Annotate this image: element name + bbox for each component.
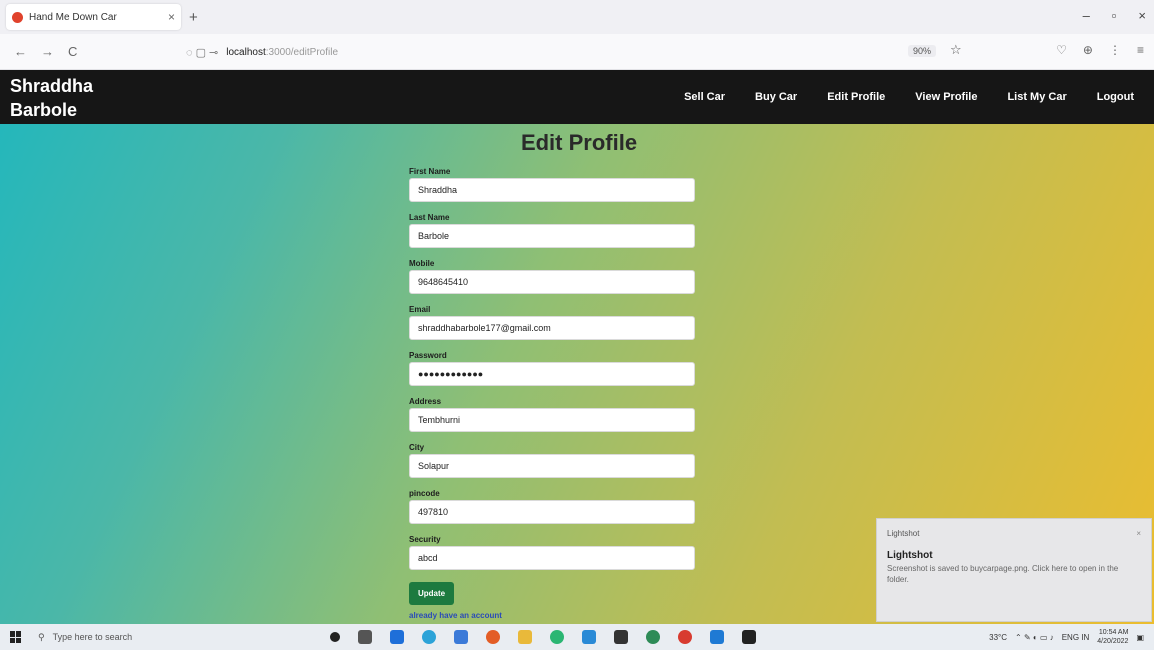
brand[interactable]: Shraddha Barbole [10,74,120,122]
app-icon[interactable] [390,630,404,644]
toast-message: Screenshot is saved to buycarpage.png. C… [887,564,1119,584]
minimize-icon[interactable]: – [1083,8,1090,23]
clock[interactable]: 10:54 AM 4/20/2022 [1097,628,1128,646]
language-indicator[interactable]: ENG IN [1062,633,1090,642]
store-icon[interactable] [582,630,596,644]
edge-icon[interactable] [422,630,436,644]
tab-title: Hand Me Down Car [29,11,117,23]
favicon-icon [12,11,23,23]
app-dark-icon[interactable] [742,630,756,644]
back-icon[interactable]: ← [14,44,27,59]
zoom-level[interactable]: 90% [908,45,937,57]
taskbar-apps [330,630,756,644]
label-pincode: pincode [409,489,440,498]
system-tray: 33°C ⌃ ✎ ◐ ▭ ♪ ENG IN 10:54 AM 4/20/2022… [989,628,1144,646]
terminal-icon[interactable] [614,630,628,644]
site-navbar: Shraddha Barbole Sell Car Buy Car Edit P… [0,70,1154,124]
extensions-icon[interactable]: ⋮ [1109,43,1121,57]
cortana-icon[interactable] [330,632,340,642]
label-city: City [409,443,425,452]
window-controls: – ▫ × [1083,8,1146,23]
toast-header: Lightshot × [887,529,1141,538]
toast-close-icon[interactable]: × [1136,529,1141,538]
file-explorer-icon[interactable] [454,630,468,644]
mobile-input[interactable]: 9648645410 [409,270,695,294]
nav-view-profile[interactable]: View Profile [915,91,977,103]
address-input[interactable]: Tembhurni [409,408,695,432]
browser-toolbar: ← → C ◌ ▢ ⊸ localhost :3000/editProfile … [0,34,1154,70]
address-bar[interactable]: ◌ ▢ ⊸ localhost :3000/editProfile [186,39,956,65]
whatsapp-icon[interactable] [550,630,564,644]
email-input[interactable]: shraddhabarbole177@gmail.com [409,316,695,340]
label-email: Email [409,305,431,314]
page-title-text: Edit Profile [520,130,638,155]
windows-taskbar: ⚲ Type here to search 33°C ⌃ ✎ ◐ ▭ ♪ ENG… [0,624,1154,650]
toast-app-name: Lightshot [887,529,920,538]
maximize-icon[interactable]: ▫ [1112,8,1117,23]
edit-profile-form: First Name Shraddha Last Name Barbole Mo… [409,166,699,620]
first-name-input[interactable]: Shraddha [409,178,695,202]
notification-icon[interactable]: ▣ [1136,633,1144,642]
label-last-name: Last Name [409,213,450,222]
shield-icon: ◌ ▢ ⊸ [186,46,219,59]
taskbar-search[interactable]: ⚲ Type here to search [38,632,238,643]
pocket-icon[interactable]: ♡ [1056,43,1067,57]
account-icon[interactable]: ⊕ [1083,43,1093,57]
task-view-icon[interactable] [358,630,372,644]
label-security: Security [409,535,441,544]
url-path: :3000/editProfile [265,46,339,58]
label-mobile: Mobile [409,259,435,268]
account-link[interactable]: already have an account [409,611,699,620]
bookmark-star-icon[interactable]: ☆ [950,42,962,58]
tray-icons[interactable]: ⌃ ✎ ◐ ▭ ♪ [1015,633,1054,642]
weather-temperature[interactable]: 33°C [989,633,1007,642]
page-title: Edit Profile [0,130,1154,156]
pincode-input[interactable]: 497810 [409,500,695,524]
forward-icon[interactable]: → [41,44,54,59]
toolbar-icons: ♡ ⊕ ⋮ ≡ [1056,43,1144,57]
folder-icon[interactable] [518,630,532,644]
toast-title: Lightshot [887,550,933,561]
update-button[interactable]: Update [409,582,455,605]
nav-logout[interactable]: Logout [1097,91,1134,103]
label-password: Password [409,351,447,360]
label-first-name: First Name [409,167,451,176]
clock-date: 4/20/2022 [1097,638,1129,645]
site-menu: Sell Car Buy Car Edit Profile View Profi… [684,70,1134,124]
city-input[interactable]: Solapur [409,454,695,478]
close-window-icon[interactable]: × [1138,8,1146,23]
taskbar-search-placeholder: Type here to search [52,632,133,642]
browser-tab-bar: Hand Me Down Car × + – ▫ × [0,0,1154,34]
nav-list-my-car[interactable]: List My Car [1007,91,1066,103]
page-content: Shraddha Barbole Sell Car Buy Car Edit P… [0,70,1154,624]
label-address: Address [409,397,442,406]
new-tab-button[interactable]: + [189,9,198,26]
nav-sell-car[interactable]: Sell Car [684,91,725,103]
search-icon: ⚲ [38,631,45,642]
menu-icon[interactable]: ≡ [1137,43,1144,57]
lightshot-notification[interactable]: Lightshot × Lightshot Screenshot is save… [876,518,1152,622]
firefox-icon[interactable] [486,630,500,644]
app-red-icon[interactable] [678,630,692,644]
reload-icon[interactable]: C [68,44,77,59]
chrome-icon[interactable] [646,630,660,644]
nav-edit-profile[interactable]: Edit Profile [827,91,885,103]
security-input[interactable]: abcd [409,546,695,570]
browser-tab[interactable]: Hand Me Down Car × [6,4,181,30]
vscode-icon[interactable] [710,630,724,644]
clock-time: 10:54 AM [1098,629,1129,636]
password-input[interactable]: ●●●●●●●●●●●● [409,362,695,386]
nav-buy-car[interactable]: Buy Car [755,91,797,103]
windows-start-icon[interactable] [10,631,22,643]
url-host: localhost [226,46,266,58]
last-name-input[interactable]: Barbole [409,224,695,248]
tab-close-icon[interactable]: × [168,10,175,24]
